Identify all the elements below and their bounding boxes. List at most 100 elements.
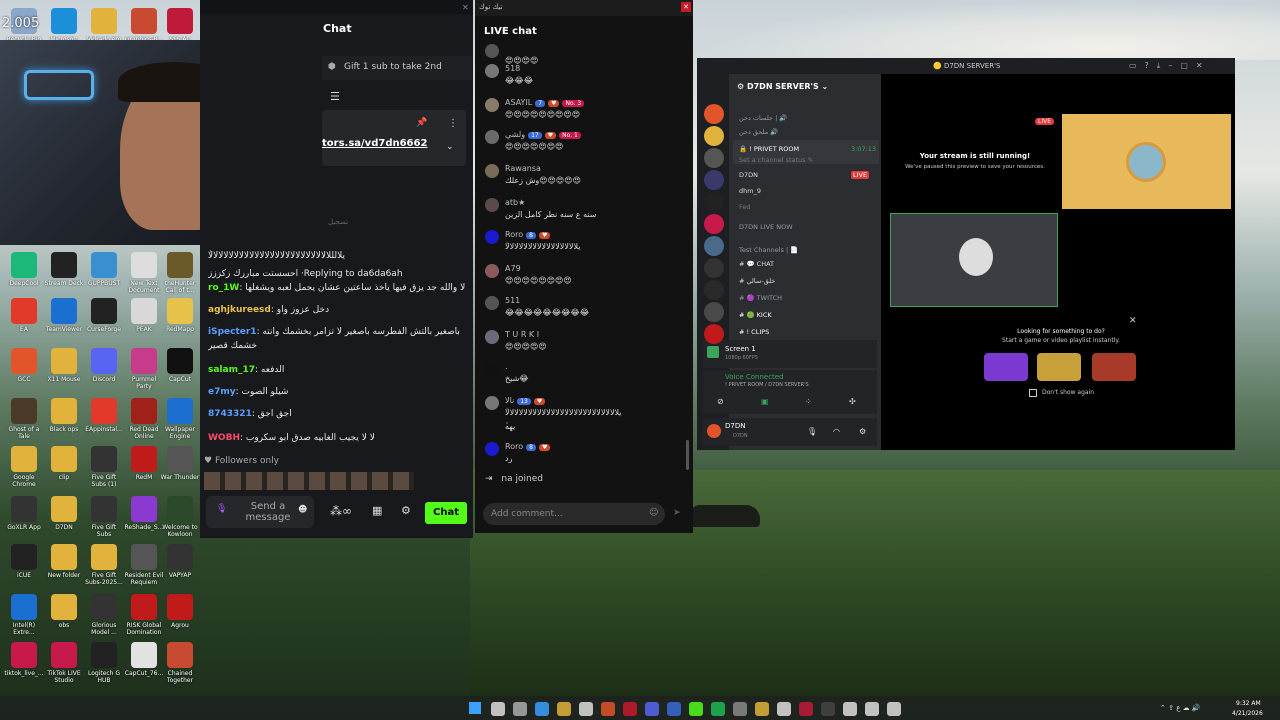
desktop-icon[interactable]: TeamViewer — [44, 298, 84, 340]
user-avatar[interactable] — [485, 296, 499, 310]
tiktok-username[interactable]: atb★ — [505, 198, 525, 207]
server-header[interactable]: ⚙ D7DN SERVER'S ⌄ — [737, 82, 828, 91]
emoji-icon[interactable]: ☺ — [649, 508, 658, 518]
taskbar-app-icon[interactable] — [623, 702, 637, 716]
chat-username[interactable]: 8743321 — [208, 409, 252, 419]
taskbar-app-icon[interactable] — [601, 702, 615, 716]
desktop-icon[interactable]: Black ops — [44, 398, 84, 440]
taskbar-app-icon[interactable] — [711, 702, 725, 716]
activity-tile-1[interactable] — [984, 353, 1028, 381]
store-icon[interactable]: ▦ — [372, 504, 382, 517]
user-avatar[interactable] — [485, 44, 499, 58]
channel-item[interactable]: ملحق دحن 🔊 — [739, 128, 778, 136]
desktop-icon[interactable]: CapCut_76... — [124, 642, 164, 684]
desktop-icon[interactable]: EAppinstal... — [84, 398, 124, 440]
desktop-icon[interactable]: New Text Document — [124, 252, 164, 294]
user-avatar[interactable] — [485, 164, 499, 178]
desktop-icon[interactable]: Glorious Model ... — [84, 594, 124, 636]
soundboard-icon[interactable]: ✣ — [849, 397, 856, 406]
gear-icon[interactable]: ⚙ — [401, 504, 411, 517]
server-icon[interactable] — [704, 214, 724, 234]
message-input[interactable]: 🎙 Send a message ☻ — [206, 496, 314, 528]
comment-input[interactable]: Add comment... ☺ — [483, 503, 665, 525]
pinned-link[interactable]: tors.sa/vd7dn6662 — [322, 138, 427, 149]
user-avatar[interactable] — [485, 442, 499, 456]
desktop-icon[interactable]: obs — [44, 594, 84, 636]
desktop-icon[interactable]: GCC — [4, 348, 44, 390]
server-icon[interactable] — [704, 236, 724, 256]
desktop-icon[interactable]: Chained Together — [160, 642, 200, 684]
taskbar-app-icon[interactable] — [799, 702, 813, 716]
taskbar-app-icon[interactable] — [689, 702, 703, 716]
infinity-icon[interactable]: ⁂∞ — [330, 504, 352, 518]
activity-tile-2[interactable] — [1037, 353, 1081, 381]
desktop-icon[interactable]: RISK Global Domination — [124, 594, 164, 636]
taskbar-app-icon[interactable] — [645, 702, 659, 716]
taskbar-app-icon[interactable] — [535, 702, 549, 716]
channel-item[interactable]: dhm_9 — [739, 187, 761, 195]
server-icon[interactable] — [704, 192, 724, 212]
taskbar-app-icon[interactable] — [843, 702, 857, 716]
desktop-icon[interactable]: D7DN — [44, 496, 84, 538]
server-icon[interactable] — [704, 104, 724, 124]
taskbar-app-icon[interactable] — [557, 702, 571, 716]
mic-icon[interactable]: 🎙 — [807, 427, 817, 436]
channel-item[interactable]: جلسات دحن | 🔊 — [739, 114, 787, 122]
taskbar-app-icon[interactable] — [667, 702, 681, 716]
desktop-icon[interactable]: Stream Deck — [44, 252, 84, 294]
tiktok-username[interactable]: Roro 8 ♥ — [505, 230, 551, 239]
activities-icon[interactable]: ⁘ — [805, 397, 812, 406]
tiktok-username[interactable]: Roro 8 ♥ — [505, 442, 551, 451]
chat-username[interactable]: e7my — [208, 387, 236, 397]
desktop-icon[interactable]: RedM — [124, 446, 164, 488]
stream-preview-tile[interactable] — [1062, 114, 1231, 209]
tiktok-username[interactable]: ولشي 17 ♥ No. 1 — [505, 130, 581, 139]
taskbar-app-icon[interactable] — [887, 702, 901, 716]
close-icon[interactable]: ✕ — [1129, 316, 1137, 326]
taskbar-app-icon[interactable] — [513, 702, 527, 716]
tiktok-scrollbar[interactable] — [686, 440, 689, 470]
chevron-down-icon[interactable]: ⌄ — [446, 142, 454, 152]
desktop-icon[interactable]: clip — [44, 446, 84, 488]
user-avatar[interactable] — [485, 330, 499, 344]
desktop-icon[interactable]: CurseForge — [84, 298, 124, 340]
desktop-icon[interactable]: GUPPBUST — [84, 252, 124, 294]
tiktok-username[interactable]: Rawansa — [505, 164, 550, 173]
tiktok-username[interactable]: A79 — [505, 264, 521, 273]
channel-item[interactable]: # ! CLIPS — [739, 328, 769, 336]
chat-send-button[interactable]: Chat — [425, 502, 467, 524]
gear-icon[interactable]: ⚙ — [859, 427, 866, 436]
channel-item[interactable]: # خلق-سالي — [739, 277, 775, 285]
server-icon[interactable] — [704, 280, 724, 300]
desktop-icon[interactable]: Intel(R) Extre... — [4, 594, 44, 636]
desktop-icon[interactable]: Wallpaper Engine — [160, 398, 200, 440]
desktop-icon[interactable]: GoXLR App — [4, 496, 44, 538]
channel-item[interactable]: # 🟣 TWITCH — [739, 294, 782, 302]
menu-icon[interactable]: ☰ — [330, 90, 340, 103]
desktop-icon[interactable]: theHunter Call of t... — [160, 252, 200, 294]
desktop-icon[interactable]: RedMapp — [160, 298, 200, 340]
start-button[interactable] — [469, 702, 481, 714]
server-icon[interactable] — [704, 302, 724, 322]
chat-username[interactable]: salam_17 — [208, 365, 255, 375]
channel-item[interactable]: # 🟢 KICK — [739, 311, 772, 319]
desktop-icon[interactable]: Google Chrome — [4, 446, 44, 488]
desktop-icon[interactable]: EA — [4, 298, 44, 340]
chat-username[interactable]: WOBH — [208, 433, 240, 443]
server-icon[interactable] — [704, 126, 724, 146]
tiktok-username[interactable]: ASAYIL 7 ♥ No. 3 — [505, 98, 585, 107]
channel-item[interactable]: Set a channel status ✎ — [739, 156, 813, 164]
clock-date[interactable]: 4/21/2026 — [1232, 710, 1263, 717]
more-icon[interactable]: ⋮ — [448, 118, 458, 129]
desktop-icon[interactable]: CapCut — [160, 348, 200, 390]
user-avatar[interactable] — [485, 198, 499, 212]
channel-item[interactable]: Fed — [739, 203, 751, 211]
taskbar-app-icon[interactable] — [821, 702, 835, 716]
user-avatar[interactable] — [485, 64, 499, 78]
desktop-icon[interactable]: Red Dead Online — [124, 398, 164, 440]
tiktok-username[interactable]: 511 — [505, 296, 520, 305]
headphones-icon[interactable]: ◠ — [833, 427, 840, 436]
system-tray[interactable]: ⌃ ⇪ ع ☁ 🔊 — [1160, 704, 1201, 712]
desktop-icon[interactable]: X11 Mouse — [44, 348, 84, 390]
desktop-icon[interactable]: Agrou — [160, 594, 200, 636]
